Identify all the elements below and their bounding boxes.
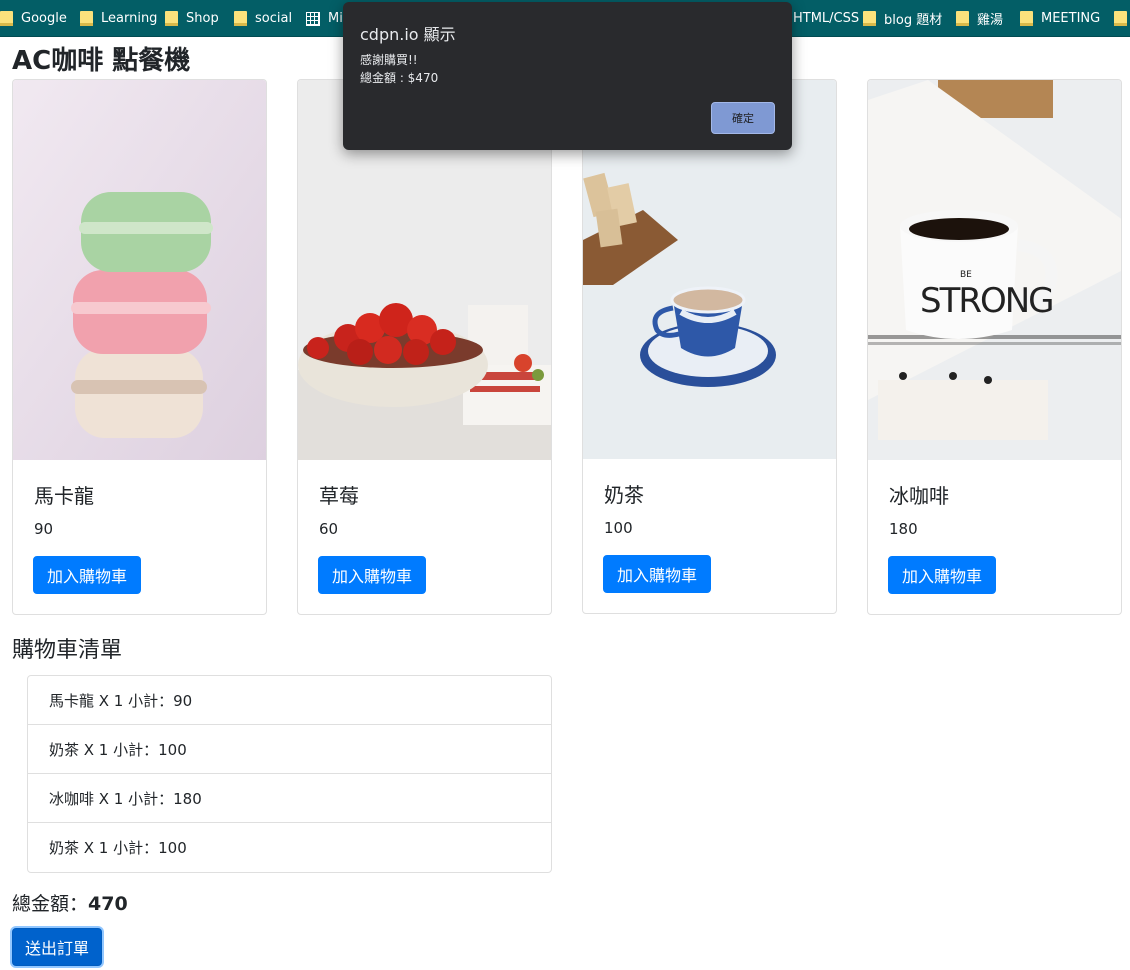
order-total: 總金額：470 [12,889,128,916]
product-card-strawberry: 草莓 60 加入購物車 [297,79,552,615]
cart-title: 購物車清單 [12,638,123,663]
add-to-cart-button[interactable]: 加入購物車 [603,555,712,593]
folder-icon [80,11,93,26]
product-name: 奶茶 [604,483,644,507]
cart-item: 奶茶 X 1 小計：100 [28,725,551,774]
iced-coffee-photo: BE STRONG [868,80,1121,460]
product-card-macaron: 馬卡龍 90 加入購物車 [12,79,267,615]
page-title: AC咖啡 點餐機 [12,46,191,76]
submit-order-button[interactable]: 送出訂單 [12,928,103,966]
bookmark-google[interactable]: Google [0,0,67,37]
total-label: 總金額： [12,893,89,915]
cart-item: 馬卡龍 X 1 小計：90 [28,676,551,725]
folder-icon [1114,11,1127,26]
folder-icon [234,11,247,26]
folder-icon [956,11,969,26]
bookmark-mi[interactable]: Mi [306,0,343,37]
bookmark-blog[interactable]: blog 題材 [863,0,942,37]
bookmark-shop[interactable]: Shop [165,0,219,37]
folder-icon [863,11,876,26]
add-to-cart-button[interactable]: 加入購物車 [33,556,142,594]
bookmark-social[interactable]: social [234,0,292,37]
bookmark-overflow[interactable] [1114,0,1127,37]
product-price: 100 [604,519,633,537]
product-card-iced-coffee: BE STRONG 冰咖啡 180 加入購物車 [867,79,1122,615]
folder-icon [165,11,178,26]
bookmark-soup[interactable]: 雞湯 [956,0,1003,37]
product-card-milk-tea: 奶茶 100 加入購物車 [582,79,837,614]
product-price: 60 [319,520,339,538]
dialog-message-line2: 總金額 : $470 [360,71,439,85]
alert-dialog: cdpn.io 顯示 感謝購買!! 總金額 : $470 確定 [343,2,792,150]
dialog-title: cdpn.io 顯示 [360,25,456,44]
product-price: 180 [889,520,918,538]
cart-item: 奶茶 X 1 小計：100 [49,839,187,857]
cart-list: 馬卡龍 X 1 小計：90 奶茶 X 1 小計：100 冰咖啡 X 1 小計：1… [27,675,552,873]
dialog-message-line1: 感謝購買!! [360,53,418,67]
apps-grid-icon [306,11,320,26]
add-to-cart-button[interactable]: 加入購物車 [318,556,427,594]
add-to-cart-button[interactable]: 加入購物車 [888,556,997,594]
bookmark-meeting[interactable]: MEETING [1020,0,1100,37]
macarons-photo [13,80,266,460]
folder-icon [0,11,13,26]
total-value: 470 [88,893,128,915]
product-name: 馬卡龍 [34,484,94,508]
dialog-ok-button[interactable]: 確定 [711,102,775,134]
svg-text:STRONG: STRONG [920,281,1053,321]
bookmark-learning[interactable]: Learning [80,0,157,37]
svg-text:BE: BE [960,270,972,280]
cart-item: 冰咖啡 X 1 小計：180 [28,774,551,823]
folder-icon [1020,11,1033,26]
product-name: 草莓 [319,484,359,508]
product-name: 冰咖啡 [889,484,949,508]
product-price: 90 [34,520,54,538]
